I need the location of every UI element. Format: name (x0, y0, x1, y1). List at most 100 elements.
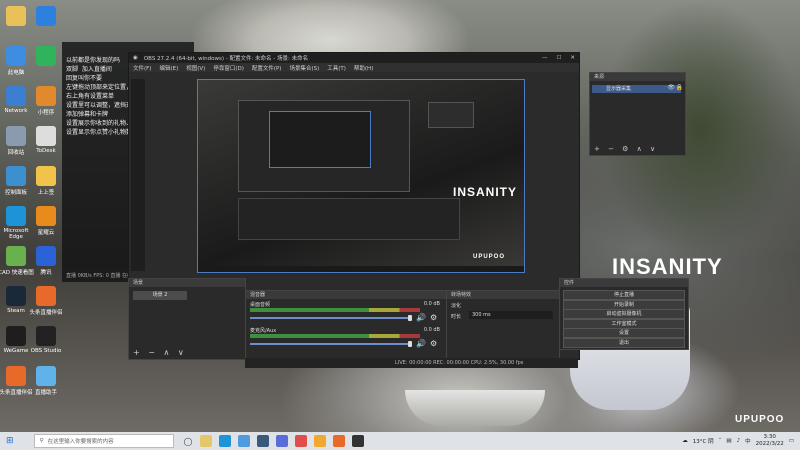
obs-icon[interactable] (351, 435, 364, 447)
edge-icon[interactable] (218, 435, 231, 447)
lock-icon[interactable]: 🔒 (676, 84, 683, 91)
todesk-icon (36, 126, 56, 146)
app-icon[interactable] (275, 435, 288, 447)
scenes-dock[interactable]: 场景 场景 2 + − ∧ ∨ (128, 278, 246, 360)
duration-label: 时长 (451, 314, 462, 320)
ime-indicator[interactable]: 中 (745, 437, 751, 445)
transition-name[interactable]: 淡化 (451, 302, 461, 309)
live-icon[interactable] (332, 435, 345, 447)
control-button[interactable]: 开始录制 (563, 299, 685, 310)
system-tray: ☁ 13°C 阴 ˄ ▤ ♪ 中 3:30 2022/3/22 ▭ (682, 434, 794, 448)
audio-mixer[interactable]: 混音器 桌面音频 0.0 dB 🔊 ⚙ 麦克风/Aux 0.0 dB 🔊 ⚙ (245, 290, 447, 360)
desktop-icon-label: 星耀云 (37, 230, 55, 236)
controls-dock[interactable]: 控件 停止直播 开始录制 启动虚拟摄像机 工作室模式 设置 退出 (559, 278, 689, 350)
brand-watermark-small: UPUPOO (473, 254, 506, 260)
volume-icon[interactable]: ♪ (737, 438, 741, 444)
nested-preview (238, 100, 410, 192)
desktop-icon[interactable]: 小程序 (26, 86, 66, 116)
app-icon[interactable] (294, 435, 307, 447)
close-icon[interactable]: ✕ (570, 55, 575, 61)
task-view-icon[interactable]: ◯ (184, 437, 193, 446)
source-controls[interactable]: + − ⚙ ∧ ∨ (594, 145, 658, 153)
menu-item[interactable]: 文件(F) (133, 64, 151, 72)
taskbar-search[interactable]: ⚲ 在这里输入你要搜索的内容 (33, 434, 174, 448)
obs-title: OBS 27.2.4 (64-bit, windows) - 配置文件: 未命名… (143, 56, 309, 62)
menu-item[interactable]: 配置文件(P) (252, 64, 282, 72)
track-2-volume-slider[interactable] (250, 343, 410, 345)
transitions-dock[interactable]: 转场特效 淡化 时长 300 ms (446, 290, 560, 360)
windows-start-icon[interactable]: ⊞ (6, 436, 14, 446)
weather-icon[interactable]: ☁ (682, 438, 688, 444)
scene-item[interactable]: 场景 2 (133, 291, 187, 300)
menu-item[interactable]: 工具(T) (327, 64, 346, 72)
insanity-watermark: INSANITY (612, 254, 723, 279)
steam-icon[interactable] (256, 435, 269, 447)
search-placeholder: 在这里输入你要搜索的内容 (47, 439, 114, 445)
obs-status-bar: LIVE: 00:00:00 REC: 00:00:00 CPU: 2.5%, … (245, 358, 578, 368)
app-icon (36, 206, 56, 226)
menu-item[interactable]: 场景集合(S) (289, 64, 319, 72)
app-icon[interactable] (313, 435, 326, 447)
app-icon (36, 366, 56, 386)
app-icon (36, 6, 56, 26)
obs-titlebar: ◉ OBS 27.2.4 (64-bit, windows) - 配置文件: 未… (129, 53, 579, 63)
menu-item[interactable]: 编辑(E) (159, 64, 178, 72)
sources-dock[interactable]: 来源 显示器采集 👁 🔒 + − ⚙ ∧ ∨ (589, 72, 686, 156)
track-1-volume-knob[interactable] (408, 315, 412, 321)
weather-text[interactable]: 13°C 阴 (693, 437, 714, 445)
app-icon (36, 246, 56, 266)
control-panel-icon (6, 166, 26, 186)
eye-icon[interactable]: 👁 (667, 84, 675, 91)
track-2-db: 0.0 dB (423, 327, 440, 333)
maximize-icon[interactable]: ☐ (556, 55, 561, 61)
store-icon[interactable] (237, 435, 250, 447)
desktop-icon[interactable]: OBS Studio (26, 326, 66, 354)
steam-icon (6, 286, 26, 306)
gear-icon[interactable]: ⚙ (430, 313, 437, 322)
desktop-icon[interactable]: 星耀云 (26, 206, 66, 236)
wegame-icon (6, 326, 26, 346)
live-icon (36, 286, 56, 306)
brand-watermark: UPUPOO (735, 414, 785, 425)
desktop-icon[interactable]: 直播助手 (26, 366, 66, 396)
control-button[interactable]: 工作室模式 (563, 318, 685, 329)
file-explorer-icon[interactable] (199, 435, 212, 447)
control-button[interactable]: 退出 (563, 337, 685, 348)
network-icon[interactable]: ▤ (726, 438, 731, 444)
gear-icon[interactable]: ⚙ (430, 339, 437, 348)
mixer-header: 混音器 (246, 291, 446, 299)
control-button[interactable]: 停止直播 (563, 290, 685, 300)
desktop-icon[interactable]: 腾讯 (26, 246, 66, 276)
control-button[interactable]: 设置 (563, 328, 685, 338)
desktop-icon[interactable] (26, 6, 66, 28)
desktop-icon[interactable]: 头条直播伴侣 (26, 286, 66, 316)
sources-header: 来源 (590, 73, 685, 81)
nested-mixer (238, 198, 460, 240)
chat-footer: 直播 0KB/s FPS: 0 直播 在线 (66, 273, 133, 279)
speaker-icon[interactable]: 🔊 (416, 313, 426, 322)
desktop-icon[interactable]: 上上签 (26, 166, 66, 196)
notification-icon[interactable]: ▭ (789, 438, 794, 444)
desktop-icon-label: 直播助手 (34, 390, 57, 396)
menu-item[interactable]: 停靠窗口(D) (213, 64, 244, 72)
search-icon: ⚲ (39, 438, 44, 444)
control-button[interactable]: 启动虚拟摄像机 (563, 309, 685, 319)
speaker-icon[interactable]: 🔊 (416, 339, 426, 348)
scene-controls[interactable]: + − ∧ ∨ (133, 348, 187, 357)
duration-input[interactable]: 300 ms (469, 311, 553, 319)
menu-item[interactable]: 视图(V) (186, 64, 205, 72)
menu-item[interactable]: 帮助(H) (354, 64, 373, 72)
desktop-icon-label: 上上签 (37, 190, 55, 196)
clock-date: 2022/3/22 (755, 441, 784, 447)
obs-logo-icon: ◉ (133, 55, 138, 61)
desktop-icon[interactable]: ToDesk (26, 126, 66, 154)
desktop-icon[interactable] (26, 46, 66, 68)
chevron-up-icon[interactable]: ˄ (719, 438, 722, 444)
clock[interactable]: 3:30 2022/3/22 (756, 434, 784, 448)
track-1-volume-slider[interactable] (250, 317, 410, 319)
minimize-icon[interactable]: — (542, 55, 548, 61)
track-2-label: 麦克风/Aux (250, 328, 277, 334)
network-icon (6, 86, 26, 106)
obs-preview[interactable]: INSANITY UPUPOO (197, 79, 525, 273)
track-2-volume-knob[interactable] (408, 341, 412, 347)
